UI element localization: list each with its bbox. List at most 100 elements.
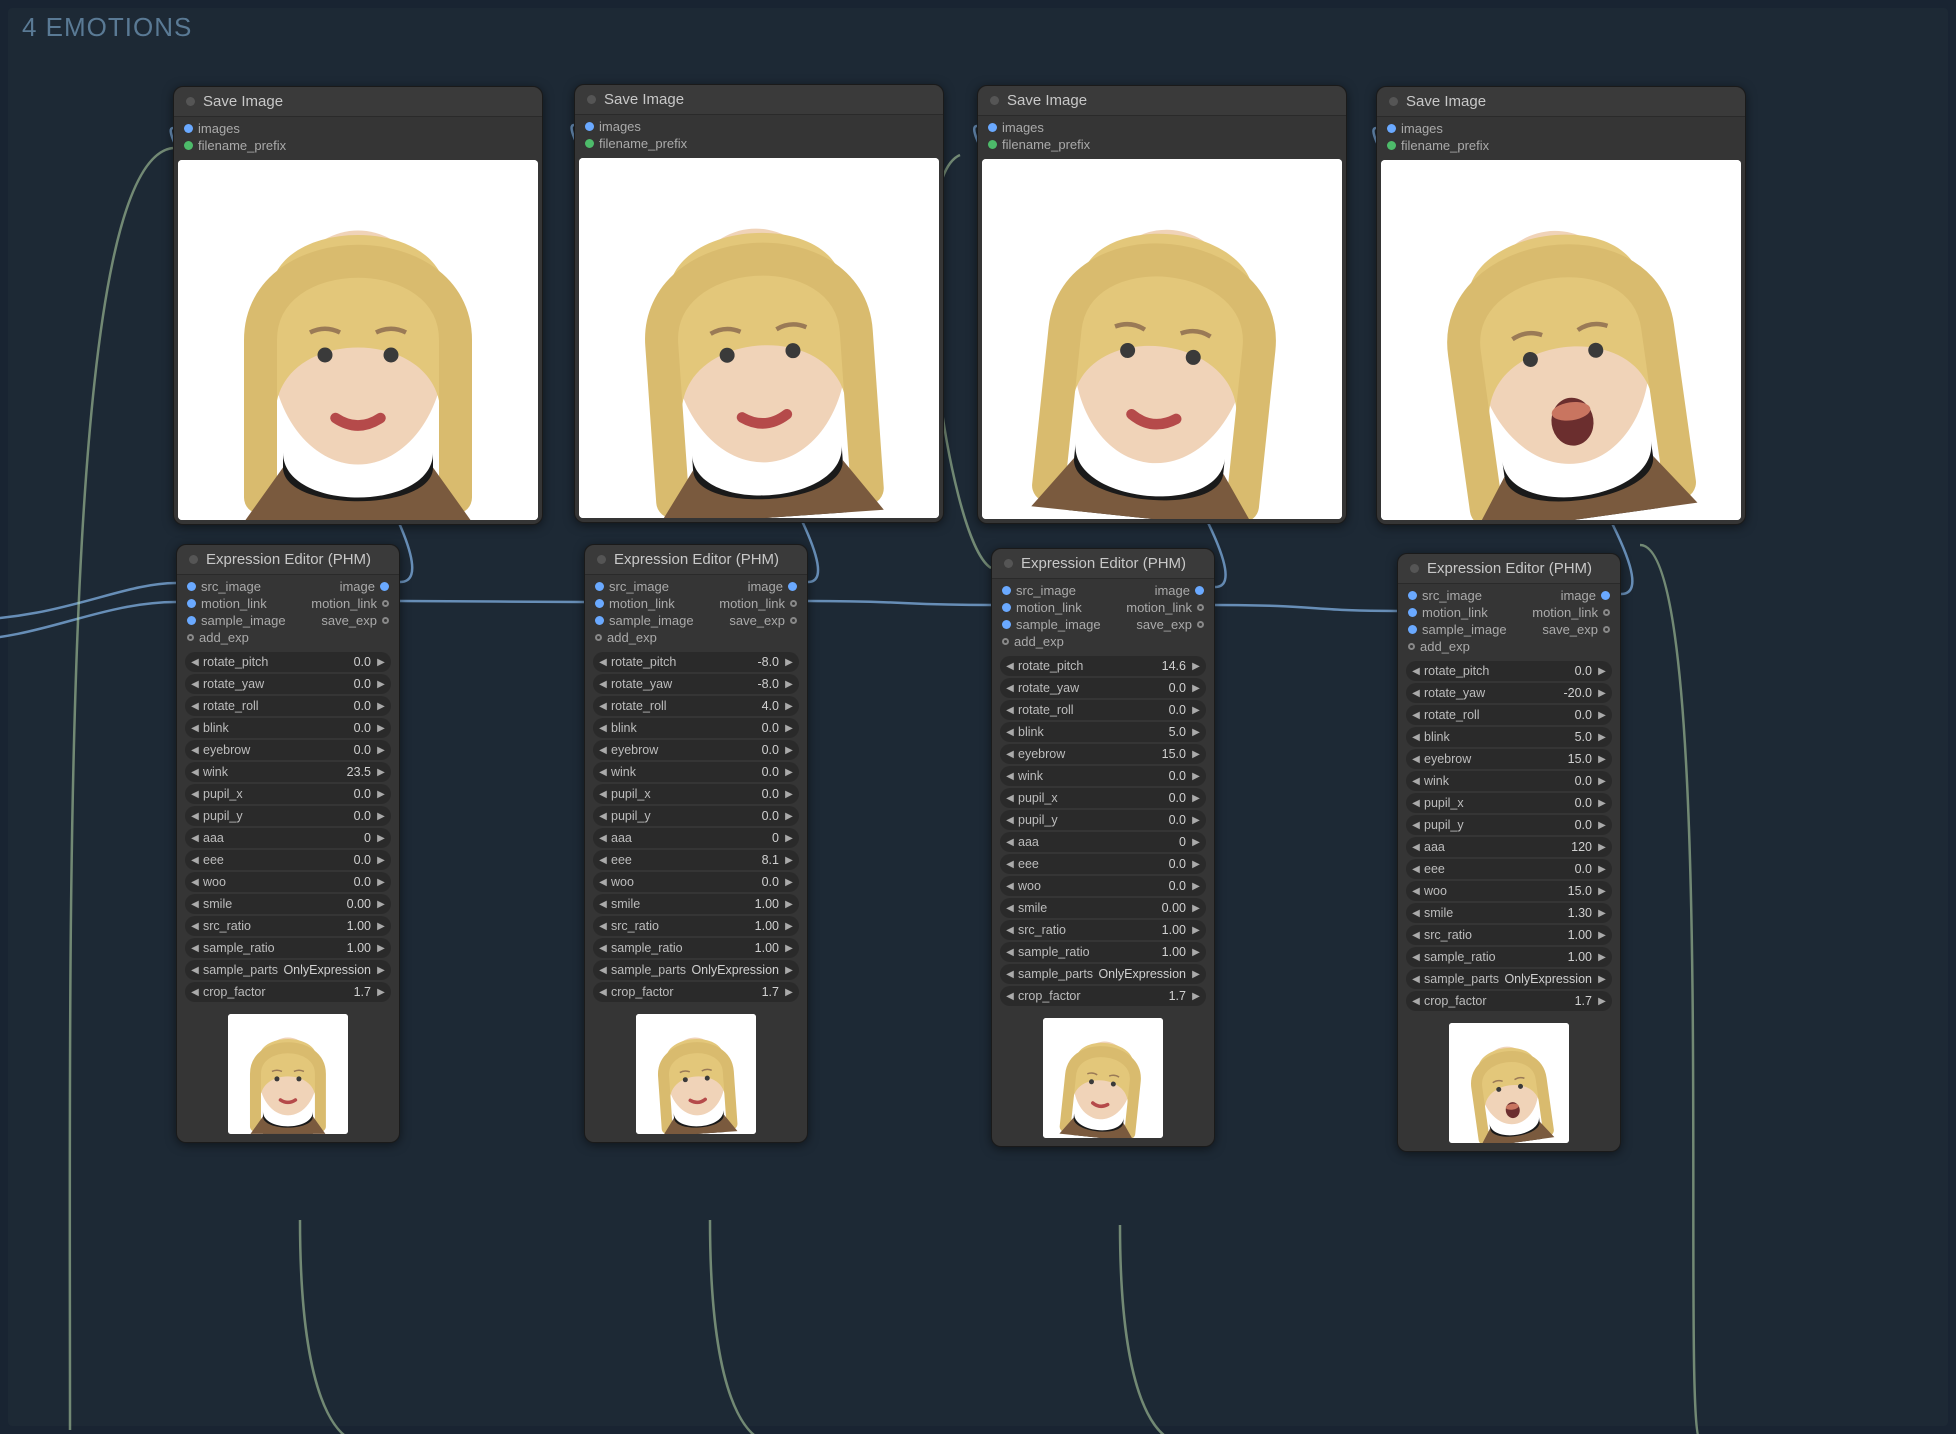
input-port-icon[interactable] — [1408, 591, 1417, 600]
param-value[interactable]: 0.0 — [651, 787, 783, 801]
increment-icon[interactable]: ▶ — [1596, 666, 1608, 677]
param-pupil_y[interactable]: ◀ pupil_y 0.0 ▶ — [593, 806, 799, 826]
output-port-icon[interactable] — [790, 600, 797, 607]
increment-icon[interactable]: ▶ — [783, 877, 795, 888]
increment-icon[interactable]: ▶ — [375, 921, 387, 932]
decrement-icon[interactable]: ◀ — [597, 723, 609, 734]
collapse-dot-icon[interactable] — [990, 96, 999, 105]
param-value[interactable]: 0.0 — [1074, 703, 1190, 717]
input-port-icon[interactable] — [1002, 586, 1011, 595]
decrement-icon[interactable]: ◀ — [1410, 842, 1422, 853]
node-header[interactable]: Expression Editor (PHM) — [177, 545, 399, 575]
increment-icon[interactable]: ▶ — [1596, 820, 1608, 831]
increment-icon[interactable]: ▶ — [375, 745, 387, 756]
increment-icon[interactable]: ▶ — [783, 943, 795, 954]
param-smile[interactable]: ◀ smile 0.00 ▶ — [185, 894, 391, 914]
decrement-icon[interactable]: ◀ — [189, 943, 201, 954]
increment-icon[interactable]: ▶ — [1596, 908, 1608, 919]
increment-icon[interactable]: ▶ — [783, 833, 795, 844]
decrement-icon[interactable]: ◀ — [1410, 996, 1422, 1007]
increment-icon[interactable]: ▶ — [375, 701, 387, 712]
decrement-icon[interactable]: ◀ — [189, 789, 201, 800]
decrement-icon[interactable]: ◀ — [189, 899, 201, 910]
decrement-icon[interactable]: ◀ — [597, 965, 609, 976]
decrement-icon[interactable]: ◀ — [597, 987, 609, 998]
param-value[interactable]: 1.00 — [251, 919, 375, 933]
decrement-icon[interactable]: ◀ — [1004, 837, 1016, 848]
param-crop_factor[interactable]: ◀ crop_factor 1.7 ▶ — [1000, 986, 1206, 1006]
param-smile[interactable]: ◀ smile 1.30 ▶ — [1406, 903, 1612, 923]
increment-icon[interactable]: ▶ — [1596, 776, 1608, 787]
expression-editor-node[interactable]: Expression Editor (PHM) src_image image … — [1397, 553, 1621, 1152]
increment-icon[interactable]: ▶ — [1190, 749, 1202, 760]
param-value[interactable]: -8.0 — [676, 655, 783, 669]
collapse-dot-icon[interactable] — [1004, 559, 1013, 568]
param-blink[interactable]: ◀ blink 5.0 ▶ — [1000, 722, 1206, 742]
increment-icon[interactable]: ▶ — [375, 877, 387, 888]
param-pupil_x[interactable]: ◀ pupil_x 0.0 ▶ — [185, 784, 391, 804]
param-value[interactable]: 14.6 — [1083, 659, 1190, 673]
param-value[interactable]: 0.0 — [1039, 857, 1190, 871]
output-port-icon[interactable] — [788, 582, 797, 591]
param-pupil_y[interactable]: ◀ pupil_y 0.0 ▶ — [1000, 810, 1206, 830]
param-wink[interactable]: ◀ wink 0.0 ▶ — [1406, 771, 1612, 791]
param-sample_parts[interactable]: ◀ sample_parts OnlyExpression ▶ — [593, 960, 799, 980]
decrement-icon[interactable]: ◀ — [597, 943, 609, 954]
decrement-icon[interactable]: ◀ — [597, 877, 609, 888]
increment-icon[interactable]: ▶ — [1190, 815, 1202, 826]
decrement-icon[interactable]: ◀ — [1004, 991, 1016, 1002]
input-port-icon[interactable] — [585, 139, 594, 148]
decrement-icon[interactable]: ◀ — [597, 767, 609, 778]
output-port-icon[interactable] — [1197, 621, 1204, 628]
increment-icon[interactable]: ▶ — [1596, 732, 1608, 743]
input-port-icon[interactable] — [1002, 638, 1009, 645]
param-aaa[interactable]: ◀ aaa 0 ▶ — [185, 828, 391, 848]
decrement-icon[interactable]: ◀ — [189, 855, 201, 866]
param-crop_factor[interactable]: ◀ crop_factor 1.7 ▶ — [185, 982, 391, 1002]
param-value[interactable]: 0.0 — [1480, 708, 1596, 722]
decrement-icon[interactable]: ◀ — [1410, 688, 1422, 699]
decrement-icon[interactable]: ◀ — [189, 679, 201, 690]
param-eyebrow[interactable]: ◀ eyebrow 15.0 ▶ — [1000, 744, 1206, 764]
decrement-icon[interactable]: ◀ — [1004, 705, 1016, 716]
param-value[interactable]: 0.0 — [250, 743, 375, 757]
param-pupil_x[interactable]: ◀ pupil_x 0.0 ▶ — [1406, 793, 1612, 813]
decrement-icon[interactable]: ◀ — [189, 921, 201, 932]
node-header[interactable]: Save Image — [978, 86, 1346, 116]
param-value[interactable]: 0.00 — [232, 897, 375, 911]
increment-icon[interactable]: ▶ — [1190, 683, 1202, 694]
increment-icon[interactable]: ▶ — [1596, 886, 1608, 897]
decrement-icon[interactable]: ◀ — [597, 811, 609, 822]
decrement-icon[interactable]: ◀ — [189, 877, 201, 888]
output-port-icon[interactable] — [380, 582, 389, 591]
increment-icon[interactable]: ▶ — [1596, 688, 1608, 699]
param-value[interactable]: -20.0 — [1485, 686, 1596, 700]
param-sample_parts[interactable]: ◀ sample_parts OnlyExpression ▶ — [185, 960, 391, 980]
param-value[interactable]: 1.00 — [683, 941, 783, 955]
increment-icon[interactable]: ▶ — [1190, 903, 1202, 914]
decrement-icon[interactable]: ◀ — [1004, 903, 1016, 914]
increment-icon[interactable]: ▶ — [375, 855, 387, 866]
param-value[interactable]: 0.00 — [1047, 901, 1190, 915]
param-value[interactable]: 8.1 — [632, 853, 783, 867]
increment-icon[interactable]: ▶ — [375, 657, 387, 668]
param-blink[interactable]: ◀ blink 0.0 ▶ — [593, 718, 799, 738]
decrement-icon[interactable]: ◀ — [1004, 881, 1016, 892]
increment-icon[interactable]: ▶ — [1596, 798, 1608, 809]
param-value[interactable]: 15.0 — [1471, 752, 1596, 766]
param-value[interactable]: -8.0 — [672, 677, 783, 691]
param-value[interactable]: 1.7 — [1487, 994, 1596, 1008]
expression-editor-node[interactable]: Expression Editor (PHM) src_image image … — [176, 544, 400, 1143]
increment-icon[interactable]: ▶ — [1596, 974, 1608, 985]
param-value[interactable]: 0.0 — [651, 809, 783, 823]
increment-icon[interactable]: ▶ — [783, 899, 795, 910]
decrement-icon[interactable]: ◀ — [1410, 908, 1422, 919]
param-rotate_pitch[interactable]: ◀ rotate_pitch -8.0 ▶ — [593, 652, 799, 672]
decrement-icon[interactable]: ◀ — [597, 745, 609, 756]
param-sample_parts[interactable]: ◀ sample_parts OnlyExpression ▶ — [1000, 964, 1206, 984]
param-rotate_yaw[interactable]: ◀ rotate_yaw -8.0 ▶ — [593, 674, 799, 694]
decrement-icon[interactable]: ◀ — [1004, 749, 1016, 760]
increment-icon[interactable]: ▶ — [1190, 859, 1202, 870]
node-header[interactable]: Save Image — [174, 87, 542, 117]
output-port-icon[interactable] — [1603, 626, 1610, 633]
